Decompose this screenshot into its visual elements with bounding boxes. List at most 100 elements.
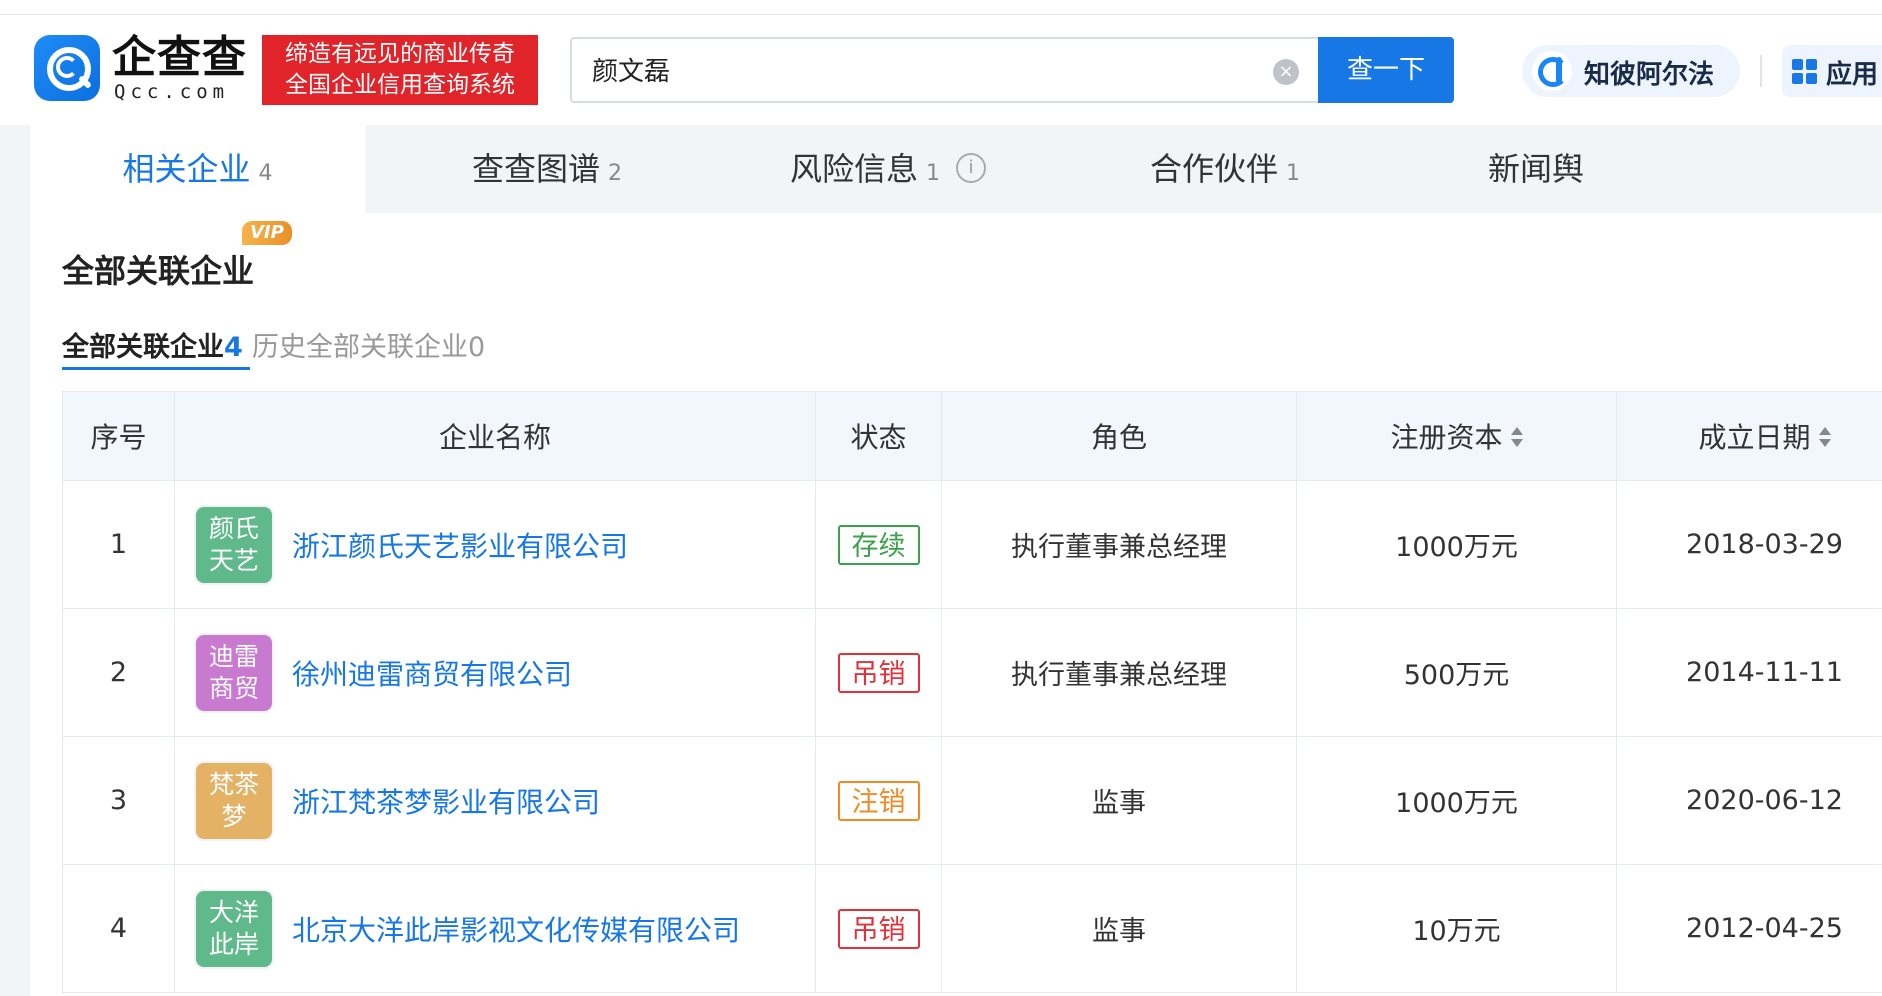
alpha-label: 知彼阿尔法 [1584, 60, 1715, 90]
company-logo[interactable]: 迪雷 商贸 [196, 634, 272, 711]
date-cell: 2012-04-25 [1616, 864, 1882, 993]
col-capital-label: 注册资本 [1390, 421, 1503, 454]
search-button[interactable]: 查一下 [1318, 37, 1454, 103]
date-cell: 2014-11-11 [1616, 608, 1882, 737]
company-logo[interactable]: 梵茶梦 [196, 762, 272, 839]
tab-label: 新闻舆 [1488, 150, 1585, 188]
header: 企查查 Qcc.com 缔造有远见的商业传奇 全国企业信用查询系统 × 查一下 … [0, 15, 1882, 125]
company-logo-line2: 天艺 [208, 545, 259, 575]
tab-news[interactable]: 新闻舆 [1488, 125, 1584, 213]
tab-bar: 相关企业 4 查查图谱 2 风险信息 1 i 合作伙伴 1 新闻舆 [30, 125, 1882, 214]
status-cell: 吊销 [815, 608, 942, 737]
row-index: 4 [62, 864, 175, 993]
companies-table: 序号 企业名称 状态 角色 注册资本 成立日期 1 颜氏 天艺 浙江颜氏天艺影业有… [62, 391, 1882, 993]
tab-graph[interactable]: 查查图谱 2 [472, 125, 622, 213]
logo-subtext: Qcc.com [114, 81, 230, 103]
tab-related-companies[interactable]: 相关企业 4 [30, 125, 365, 213]
date-cell: 2020-06-12 [1616, 736, 1882, 865]
sort-icon[interactable] [1510, 426, 1523, 448]
header-divider [1760, 55, 1762, 87]
subtab-underline [62, 367, 250, 370]
table-row: 4 大洋 此岸 北京大洋此岸影视文化传媒有限公司 吊销 监事 10万元 2012-… [62, 864, 1882, 993]
col-date-label: 成立日期 [1698, 421, 1811, 454]
tab-label: 相关企业 [122, 150, 251, 188]
company-cell: 迪雷 商贸 徐州迪雷商贸有限公司 [174, 608, 816, 737]
tab-count: 2 [608, 161, 623, 186]
alpha-logo-icon [1532, 51, 1572, 91]
col-index: 序号 [62, 391, 175, 481]
subtab-count: 4 [224, 332, 243, 363]
company-cell: 梵茶梦 浙江梵茶梦影业有限公司 [174, 736, 816, 865]
company-name-link[interactable]: 浙江梵茶梦影业有限公司 [292, 781, 600, 821]
subtab-all-related[interactable]: 全部关联企业4 [62, 325, 243, 364]
col-capital[interactable]: 注册资本 [1296, 391, 1617, 481]
capital-cell: 10万元 [1296, 864, 1617, 993]
apps-grid-icon [1792, 59, 1818, 85]
table-row: 3 梵茶梦 浙江梵茶梦影业有限公司 注销 监事 1000万元 2020-06-1… [62, 736, 1882, 865]
role-cell: 监事 [941, 864, 1297, 993]
company-wrap: 大洋 此岸 北京大洋此岸影视文化传媒有限公司 [176, 890, 814, 967]
subtab-label: 历史全部关联企业 [252, 332, 468, 363]
table-header-row: 序号 企业名称 状态 角色 注册资本 成立日期 [62, 391, 1882, 481]
subtab-history[interactable]: 历史全部关联企业0 [252, 325, 485, 364]
slogan-line-2: 全国企业信用查询系统 [285, 72, 515, 98]
tab-risk[interactable]: 风险信息 1 i [790, 125, 987, 213]
table-row: 1 颜氏 天艺 浙江颜氏天艺影业有限公司 存续 执行董事兼总经理 1000万元 2… [62, 480, 1882, 609]
vip-badge: VIP [242, 221, 292, 245]
search-input[interactable] [590, 53, 1234, 85]
company-logo-line1: 颜氏 [208, 513, 259, 543]
section-title: 全部关联企业 [62, 252, 255, 290]
company-cell: 颜氏 天艺 浙江颜氏天艺影业有限公司 [174, 480, 816, 609]
alpha-button[interactable]: 知彼阿尔法 [1522, 45, 1740, 97]
col-company-name: 企业名称 [174, 391, 816, 481]
status-badge: 存续 [837, 524, 920, 565]
role-cell: 执行董事兼总经理 [941, 480, 1297, 609]
tab-partners[interactable]: 合作伙伴 1 [1150, 125, 1300, 213]
role-cell: 执行董事兼总经理 [941, 608, 1297, 737]
company-wrap: 颜氏 天艺 浙江颜氏天艺影业有限公司 [176, 506, 814, 583]
company-logo-line2: 商贸 [208, 673, 259, 703]
row-index: 3 [62, 736, 175, 865]
capital-cell: 1000万元 [1296, 736, 1617, 865]
info-icon[interactable]: i [956, 153, 987, 183]
company-name-link[interactable]: 北京大洋此岸影视文化传媒有限公司 [292, 909, 740, 949]
company-logo-line2: 梦 [221, 801, 247, 831]
slogan-line-1: 缔造有远见的商业传奇 [285, 41, 515, 67]
capital-cell: 500万元 [1296, 608, 1617, 737]
col-date[interactable]: 成立日期 [1616, 391, 1882, 481]
status-cell: 注销 [815, 736, 942, 865]
tab-label: 查查图谱 [472, 150, 601, 188]
status-badge: 吊销 [837, 652, 920, 693]
status-cell: 存续 [815, 480, 942, 609]
company-name-link[interactable]: 徐州迪雷商贸有限公司 [292, 653, 572, 693]
apps-button[interactable]: 应用 [1782, 45, 1882, 97]
tab-label: 合作伙伴 [1150, 150, 1279, 188]
table-row: 2 迪雷 商贸 徐州迪雷商贸有限公司 吊销 执行董事兼总经理 500万元 2014… [62, 608, 1882, 737]
date-cell: 2018-03-29 [1616, 480, 1882, 609]
logo-ring-inner [56, 56, 78, 78]
company-logo-line1: 迪雷 [208, 641, 259, 671]
tab-count: 1 [1286, 161, 1301, 186]
company-cell: 大洋 此岸 北京大洋此岸影视文化传媒有限公司 [174, 864, 816, 993]
role-cell: 监事 [941, 736, 1297, 865]
sort-icon[interactable] [1818, 426, 1831, 448]
company-name-link[interactable]: 浙江颜氏天艺影业有限公司 [292, 525, 628, 565]
logo-text[interactable]: 企查查 [112, 35, 247, 81]
clear-icon[interactable]: × [1273, 59, 1299, 85]
capital-cell: 1000万元 [1296, 480, 1617, 609]
slogan-banner: 缔造有远见的商业传奇 全国企业信用查询系统 [262, 35, 538, 105]
tab-count: 4 [258, 161, 273, 186]
company-logo-line1: 梵茶 [208, 769, 259, 799]
qcc-logo-icon[interactable] [34, 35, 100, 101]
tab-label: 风险信息 [790, 150, 919, 188]
status-badge: 吊销 [837, 908, 920, 949]
status-cell: 吊销 [815, 864, 942, 993]
company-logo[interactable]: 大洋 此岸 [196, 890, 272, 967]
company-logo-line2: 此岸 [208, 929, 259, 959]
top-strip [0, 0, 1882, 15]
company-wrap: 梵茶梦 浙江梵茶梦影业有限公司 [176, 762, 814, 839]
company-logo[interactable]: 颜氏 天艺 [196, 506, 272, 583]
row-index: 1 [62, 480, 175, 609]
col-status: 状态 [815, 391, 942, 481]
company-logo-line1: 大洋 [208, 897, 259, 927]
